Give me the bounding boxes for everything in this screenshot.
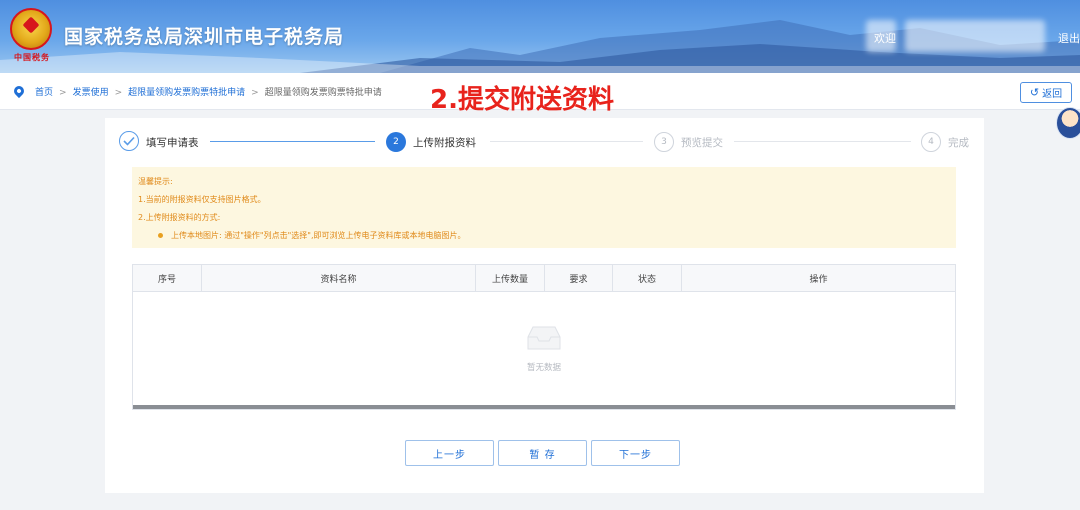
step-3-circle: 3 [654,132,674,152]
save-draft-button[interactable]: 暂 存 [498,440,587,466]
step-annotation: 2.提交附送资料 [430,85,614,115]
prev-step-button[interactable]: 上一步 [405,440,494,466]
col-upload-count: 上传数量 [476,265,545,292]
breadcrumb-current: 超限量领购发票购票特批申请 [264,88,382,98]
breadcrumb-home[interactable]: 首页 [35,88,53,98]
bullet-icon [158,233,163,238]
breadcrumb-invoice-use[interactable]: 发票使用 [73,88,109,98]
step-1-check-icon [119,131,139,151]
breadcrumb-special-approval[interactable]: 超限量领购发票购票特批申请 [128,88,245,98]
table-header: 序号 资料名称 上传数量 要求 状态 操作 [133,265,955,292]
tax-emblem-icon [10,8,52,50]
return-arrow-icon: ↺ [1029,86,1040,99]
notice-title: 温馨提示: [138,177,173,186]
step-1-label: 填写申请表 [146,137,199,149]
notice-line-2: 2.上传附报资料的方式: [138,213,221,222]
step-connector [490,141,643,142]
welcome-text: 欢迎 [874,32,896,45]
col-index: 序号 [133,265,202,292]
col-requirement: 要求 [545,265,613,292]
step-4-circle: 4 [921,132,941,152]
step-4-label: 完成 [948,137,969,149]
site-title: 国家税务总局深圳市电子税务局 [64,26,345,48]
logout-link[interactable]: 退出 [1058,30,1080,46]
step-2-circle: 2 [386,132,406,152]
empty-inbox-icon [527,326,561,350]
step-connector [734,141,911,142]
col-status: 状态 [613,265,682,292]
col-actions: 操作 [809,275,828,285]
tip-notice: 温馨提示: 1.当前的附报资料仅支持图片格式。 2.上传附报资料的方式: 上传本… [132,167,956,248]
table-scrollbar[interactable] [133,405,955,409]
emblem-text: 中国税务 [14,53,50,62]
breadcrumb: 首页 > 发票使用 > 超限量领购发票购票特批申请 > 超限量领购发票购票特批申请 [35,88,382,98]
notice-line-1: 1.当前的附报资料仅支持图片格式。 [138,195,266,204]
step-2-label: 上传附报资料 [413,137,476,149]
notice-bullet-1: 上传本地图片: 通过"操作"列点击"选择",即可浏览上传电子资料库或本地电脑图片… [171,231,466,240]
step-connector [210,141,375,142]
attachments-table: 序号 资料名称 上传数量 要求 状态 操作 暂无数据 [132,264,956,410]
back-button[interactable]: ↺ 返回 [1020,82,1072,103]
empty-text: 暂无数据 [526,363,561,373]
location-pin-icon [11,83,27,99]
next-step-button[interactable]: 下一步 [591,440,680,466]
back-button-label: 返回 [1042,89,1063,100]
step-3-label: 预览提交 [681,137,723,149]
redacted-user-info [905,20,1045,52]
col-material-name: 资料名称 [202,265,476,292]
assistant-avatar[interactable] [1056,107,1080,139]
site-header: 中国税务 国家税务总局深圳市电子税务局 欢迎 退出 [0,0,1080,73]
